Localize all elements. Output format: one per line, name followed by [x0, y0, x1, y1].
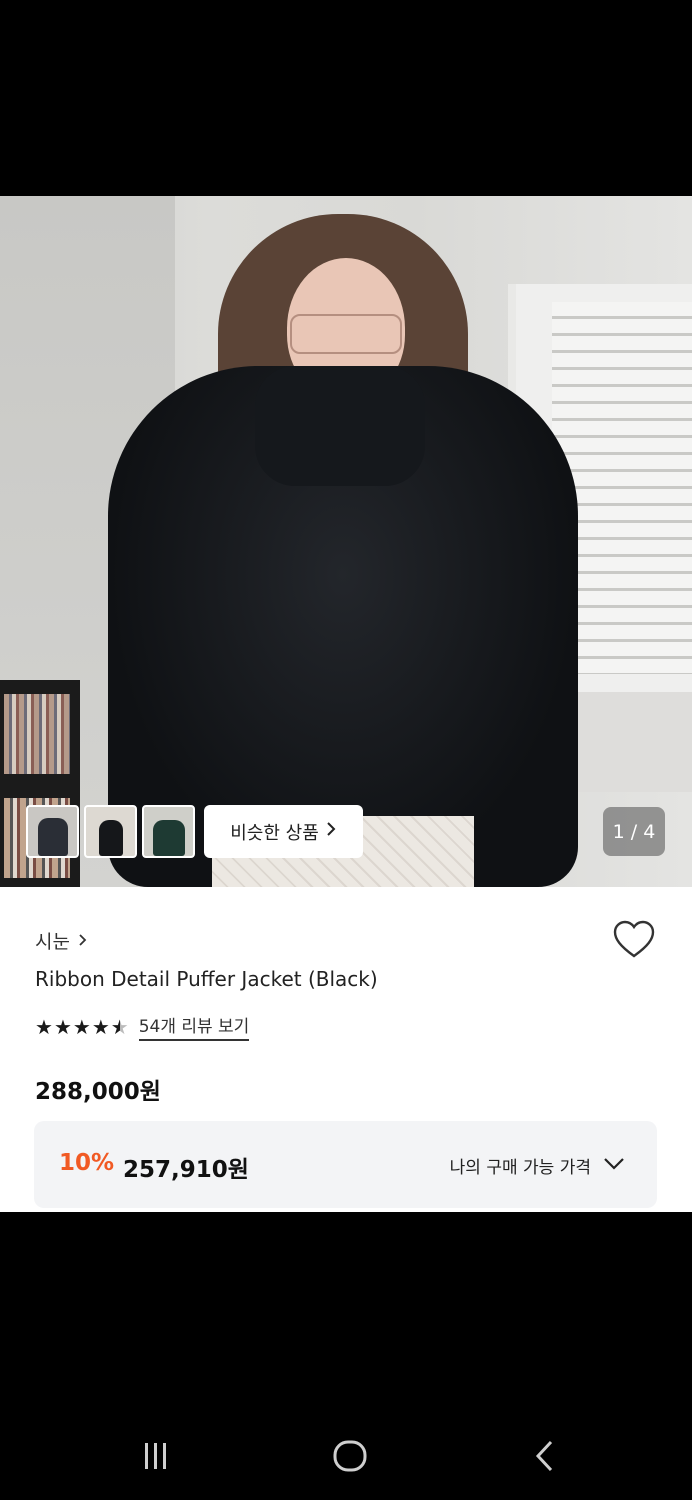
star-icon: ★	[53, 1014, 72, 1039]
thumbnail-2[interactable]	[84, 805, 137, 858]
brand-link[interactable]: 시눈	[35, 927, 88, 954]
similar-products-button[interactable]: 비슷한 상품	[204, 805, 363, 858]
brand-name: 시눈	[35, 931, 70, 953]
photo-jacket-collar	[255, 366, 425, 486]
thumbnail-strip	[26, 805, 195, 858]
star-rating: ★ ★ ★ ★ ★	[35, 1017, 129, 1037]
original-price: 288,000원	[35, 1079, 161, 1105]
photo-books-top	[4, 694, 70, 774]
my-price-toggle[interactable]: 나의 구매 가능 가격	[450, 1153, 625, 1178]
star-icon: ★	[72, 1014, 91, 1039]
image-counter: 1 / 4	[603, 807, 665, 856]
star-icon: ★	[91, 1014, 110, 1039]
product-info: 시눈 Ribbon Detail Puffer Jacket (Black) ★…	[0, 887, 692, 1212]
thumbnail-3[interactable]	[142, 805, 195, 858]
review-link[interactable]: 54개 리뷰 보기	[138, 1012, 250, 1041]
my-price-label: 나의 구매 가능 가격	[449, 1158, 591, 1178]
discount-price: 257,910원	[123, 1157, 249, 1183]
discount-percent: 10%	[59, 1150, 115, 1176]
chevron-down-icon	[603, 1156, 625, 1176]
back-icon[interactable]	[525, 1436, 565, 1476]
chevron-right-icon	[78, 930, 88, 952]
discount-price-box[interactable]: 10% 257,910원 나의 구매 가능 가격	[34, 1121, 657, 1208]
product-image[interactable]	[0, 196, 692, 887]
home-icon[interactable]	[330, 1436, 370, 1476]
recent-apps-icon[interactable]	[136, 1436, 176, 1476]
half-star-icon: ★	[110, 1014, 129, 1039]
product-title: Ribbon Detail Puffer Jacket (Black)	[35, 967, 378, 991]
heart-icon[interactable]	[612, 919, 656, 961]
similar-products-label: 비슷한 상품	[230, 822, 319, 844]
photo-model-glasses	[290, 314, 402, 354]
star-icon: ★	[35, 1014, 53, 1039]
thumbnail-1[interactable]	[26, 805, 79, 858]
chevron-right-icon	[325, 821, 337, 842]
rating-row: ★ ★ ★ ★ ★ 54개 리뷰 보기	[35, 1012, 250, 1041]
